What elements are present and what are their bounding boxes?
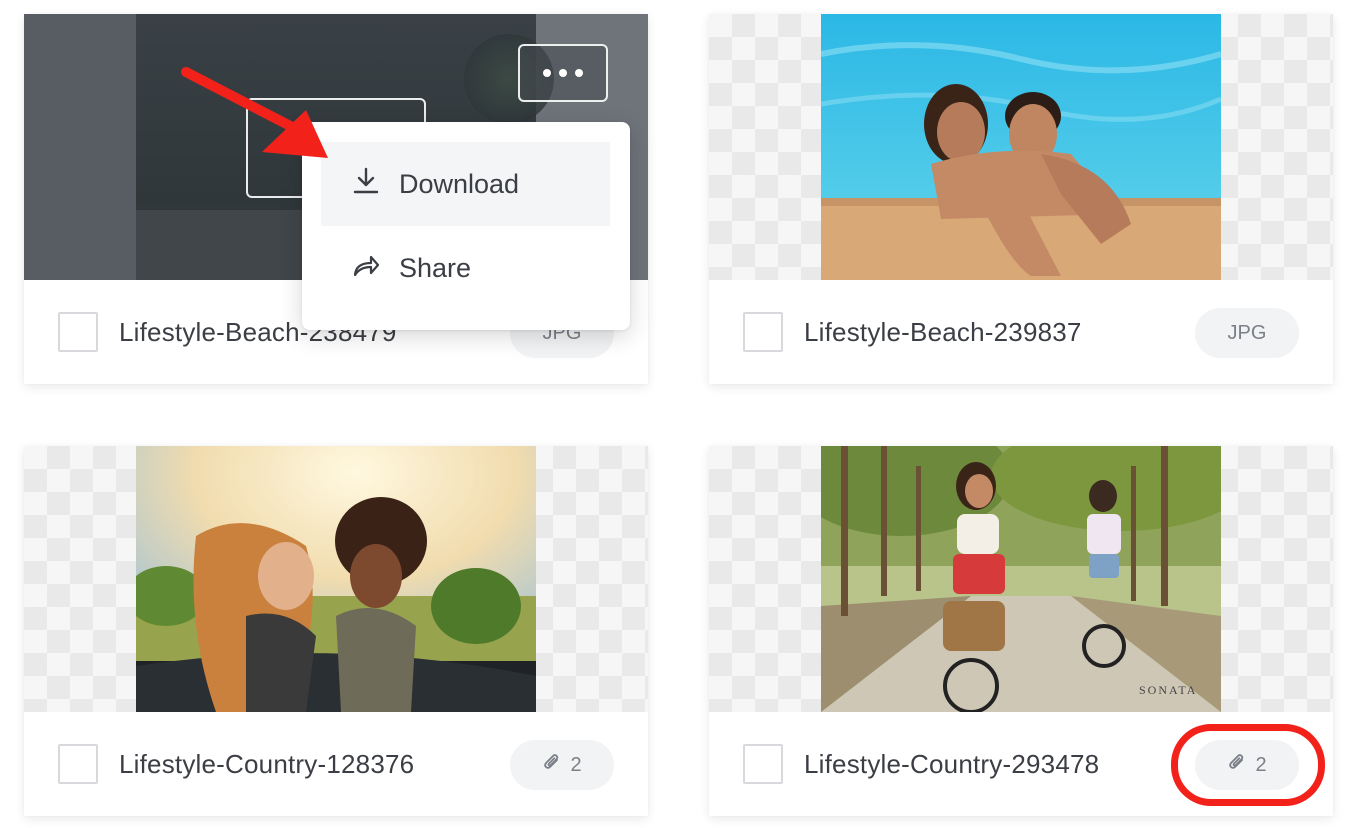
attachments-badge[interactable]: 2 — [1195, 740, 1299, 790]
attachment-count: 2 — [1255, 753, 1267, 776]
more-options-button[interactable] — [518, 44, 608, 102]
more-options-menu: Download Share — [302, 122, 630, 330]
asset-filename: Lifestyle-Beach-239837 — [804, 317, 1082, 347]
dot-icon — [575, 69, 583, 77]
asset-thumbnail[interactable]: SONATA — [709, 446, 1333, 712]
dot-icon — [543, 69, 551, 77]
paperclip-icon — [542, 751, 562, 779]
asset-thumbnail[interactable] — [709, 14, 1333, 280]
attachment-count: 2 — [570, 753, 582, 776]
cyclists-photo: SONATA — [821, 446, 1221, 712]
friends-car-photo — [136, 446, 536, 712]
asset-filename: Lifestyle-Country-293478 — [804, 749, 1100, 779]
asset-thumbnail[interactable] — [24, 446, 648, 712]
select-checkbox[interactable] — [743, 312, 783, 352]
menu-item-download[interactable]: Download — [321, 142, 610, 226]
badge-text: JPG — [1227, 321, 1267, 344]
asset-card[interactable]: Lifestyle-Country-128376 2 — [24, 446, 648, 816]
card-footer: Lifestyle-Country-293478 2 — [709, 712, 1333, 816]
file-type-badge: JPG — [1195, 308, 1299, 358]
pool-couple-photo — [821, 14, 1221, 280]
download-icon — [351, 166, 381, 203]
attachments-badge[interactable]: 2 — [510, 740, 614, 790]
asset-image: SONATA — [821, 446, 1221, 712]
select-checkbox[interactable] — [58, 744, 98, 784]
card-footer: Lifestyle-Beach-239837 JPG — [709, 280, 1333, 384]
menu-item-label: Download — [399, 168, 520, 199]
asset-filename: Lifestyle-Country-128376 — [119, 749, 415, 779]
annotation-arrow-icon — [181, 67, 328, 158]
paperclip-icon — [1227, 751, 1247, 779]
asset-image — [821, 14, 1221, 280]
asset-image — [136, 446, 536, 712]
asset-card[interactable]: SONATA Lifestyle-Country-293478 2 — [709, 446, 1333, 816]
select-checkbox[interactable] — [58, 312, 98, 352]
menu-item-share[interactable]: Share — [321, 226, 610, 310]
menu-item-label: Share — [399, 252, 472, 283]
card-footer: Lifestyle-Country-128376 2 — [24, 712, 648, 816]
select-checkbox[interactable] — [743, 744, 783, 784]
asset-card[interactable]: Lifestyle-Beach-239837 JPG — [709, 14, 1333, 384]
photo-watermark: SONATA — [1139, 683, 1197, 697]
share-icon — [351, 250, 381, 287]
dot-icon — [559, 69, 567, 77]
